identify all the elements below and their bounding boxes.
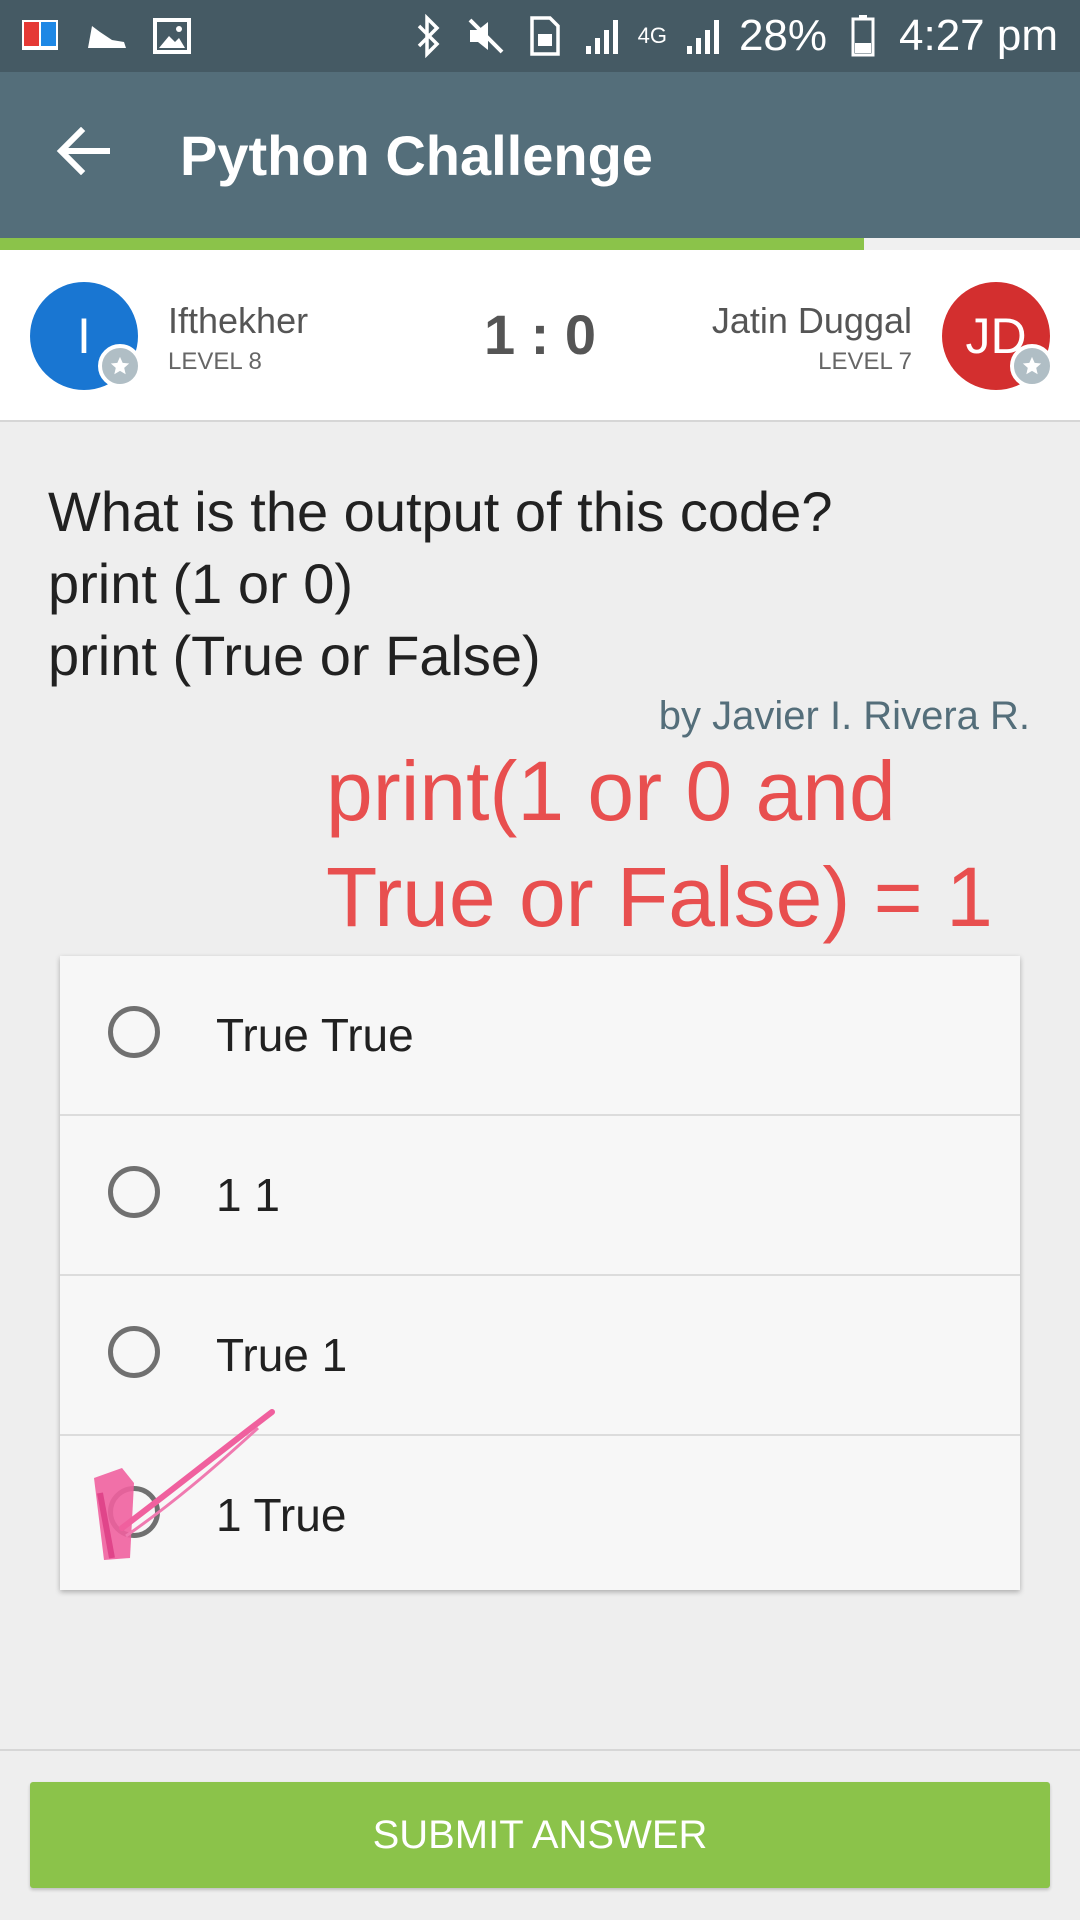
status-bar-notifications (18, 14, 194, 58)
player-name-right: Jatin Duggal (711, 300, 912, 341)
network-type: 4G (637, 23, 667, 48)
arrow-left-icon (56, 127, 110, 175)
image-icon (150, 14, 194, 58)
battery-icon (841, 14, 885, 58)
radio-button-icon[interactable] (108, 1166, 160, 1218)
answer-option[interactable]: True True (60, 956, 1020, 1116)
radio-button-icon[interactable] (108, 1326, 160, 1378)
bluetooth-icon (406, 14, 450, 58)
question-author: by Javier I. Rivera R. (658, 694, 1030, 738)
status-bar: 4G 28% 4:27 pm (0, 0, 1080, 72)
question-line: What is the output of this code? (48, 480, 833, 543)
submit-answer-button[interactable]: SUBMIT ANSWER (30, 1782, 1050, 1888)
question-text: What is the output of this code? print (… (48, 476, 1038, 692)
answer-option[interactable]: 1 1 (60, 1116, 1020, 1276)
sim-icon (522, 14, 566, 58)
score: 1 : 0 (483, 303, 597, 366)
mute-icon (464, 14, 508, 58)
status-bar-system: 4G 28% 4:27 pm (406, 0, 1058, 72)
signal-icon-2 (681, 14, 725, 58)
answer-option-label: True 1 (216, 1329, 348, 1381)
star-badge-icon (1010, 344, 1054, 388)
checkmark-annotation-icon (94, 1409, 275, 1560)
footer-divider (0, 1749, 1080, 1751)
annotation-line: print(1 or 0 and (326, 744, 896, 838)
avatar-player-right[interactable]: JD (942, 282, 1054, 390)
battery-percentage: 28% (738, 11, 828, 60)
challenge-progress-bar (0, 238, 1080, 250)
question-line: print (1 or 0) (48, 552, 353, 615)
players-header: I Ifthekher LEVEL 8 1 : 0 Jatin Duggal L… (0, 250, 1080, 422)
question-line: print (True or False) (48, 624, 541, 687)
book-app-icon (18, 14, 62, 58)
page-title: Python Challenge (180, 124, 653, 187)
signal-icon (580, 14, 624, 58)
answer-option-label: True True (216, 1009, 414, 1061)
handwritten-annotation: print(1 or 0 and True or False) = 1 (326, 738, 1046, 950)
clock: 4:27 pm (899, 11, 1058, 60)
radio-button-icon[interactable] (108, 1006, 160, 1058)
progress-fill (0, 238, 864, 250)
app-bar: Python Challenge (0, 72, 1080, 238)
annotation-line: True or False) = 1 (326, 850, 993, 944)
answer-option-label: 1 1 (216, 1169, 280, 1221)
back-button[interactable] (48, 116, 118, 186)
shoe-icon (84, 14, 128, 58)
player-level-right: LEVEL 7 (818, 348, 912, 375)
